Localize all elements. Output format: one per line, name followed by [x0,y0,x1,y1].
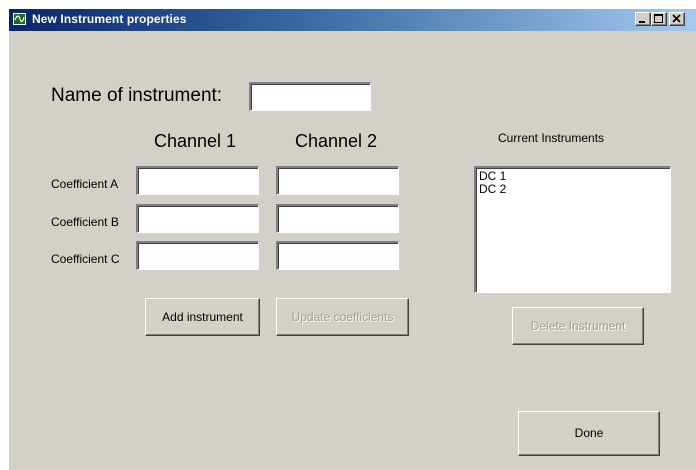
coefficient-c-channel-2-input[interactable] [278,243,398,269]
instrument-name-input[interactable] [251,84,370,110]
coefficient-b-channel-2-input[interactable] [278,206,398,232]
maximize-button[interactable] [651,12,667,26]
coefficient-a-channel-1-input[interactable] [138,168,258,194]
dialog-window: New Instrument properties Name of instru… [8,8,696,470]
coefficient-b-channel-1-input[interactable] [138,206,258,232]
coefficient-b-channel-2-field[interactable] [276,204,399,233]
coefficient-c-channel-1-input[interactable] [138,243,258,269]
close-button[interactable] [669,12,685,26]
coefficient-b-channel-1-field[interactable] [136,204,259,233]
coefficient-a-channel-1-field[interactable] [136,166,259,195]
minimize-button[interactable] [635,12,651,26]
coefficient-a-label: Coefficient A [51,177,119,191]
coefficient-c-channel-2-field[interactable] [276,241,399,270]
update-coefficients-button[interactable]: Update coefficients [276,298,409,336]
channel-1-header: Channel 1 [154,131,237,151]
coefficient-b-label: Coefficient B [51,215,119,229]
minimize-icon [639,21,645,23]
instrument-app-icon [13,13,26,25]
maximize-icon [654,14,663,23]
title-bar[interactable]: New Instrument properties [9,9,696,31]
coefficient-c-label: Coefficient C [51,252,120,266]
window-title: New Instrument properties [32,12,187,26]
delete-instrument-button[interactable]: Delete Instrument [512,307,644,345]
current-instruments-header: Current Instruments [498,131,605,145]
add-instrument-button[interactable]: Add instrument [145,298,260,336]
list-item[interactable]: DC 2 [479,183,667,196]
current-instruments-list[interactable]: DC 1 DC 2 [474,166,671,293]
list-item[interactable]: DC 1 [479,170,667,183]
coefficient-a-channel-2-input[interactable] [278,168,398,194]
close-icon [672,14,681,23]
channel-2-header: Channel 2 [295,131,378,151]
done-button[interactable]: Done [518,411,660,456]
instrument-name-label: Name of instrument: [51,85,223,106]
instrument-name-field[interactable] [249,82,371,111]
coefficient-c-channel-1-field[interactable] [136,241,259,270]
coefficient-a-channel-2-field[interactable] [276,166,399,195]
